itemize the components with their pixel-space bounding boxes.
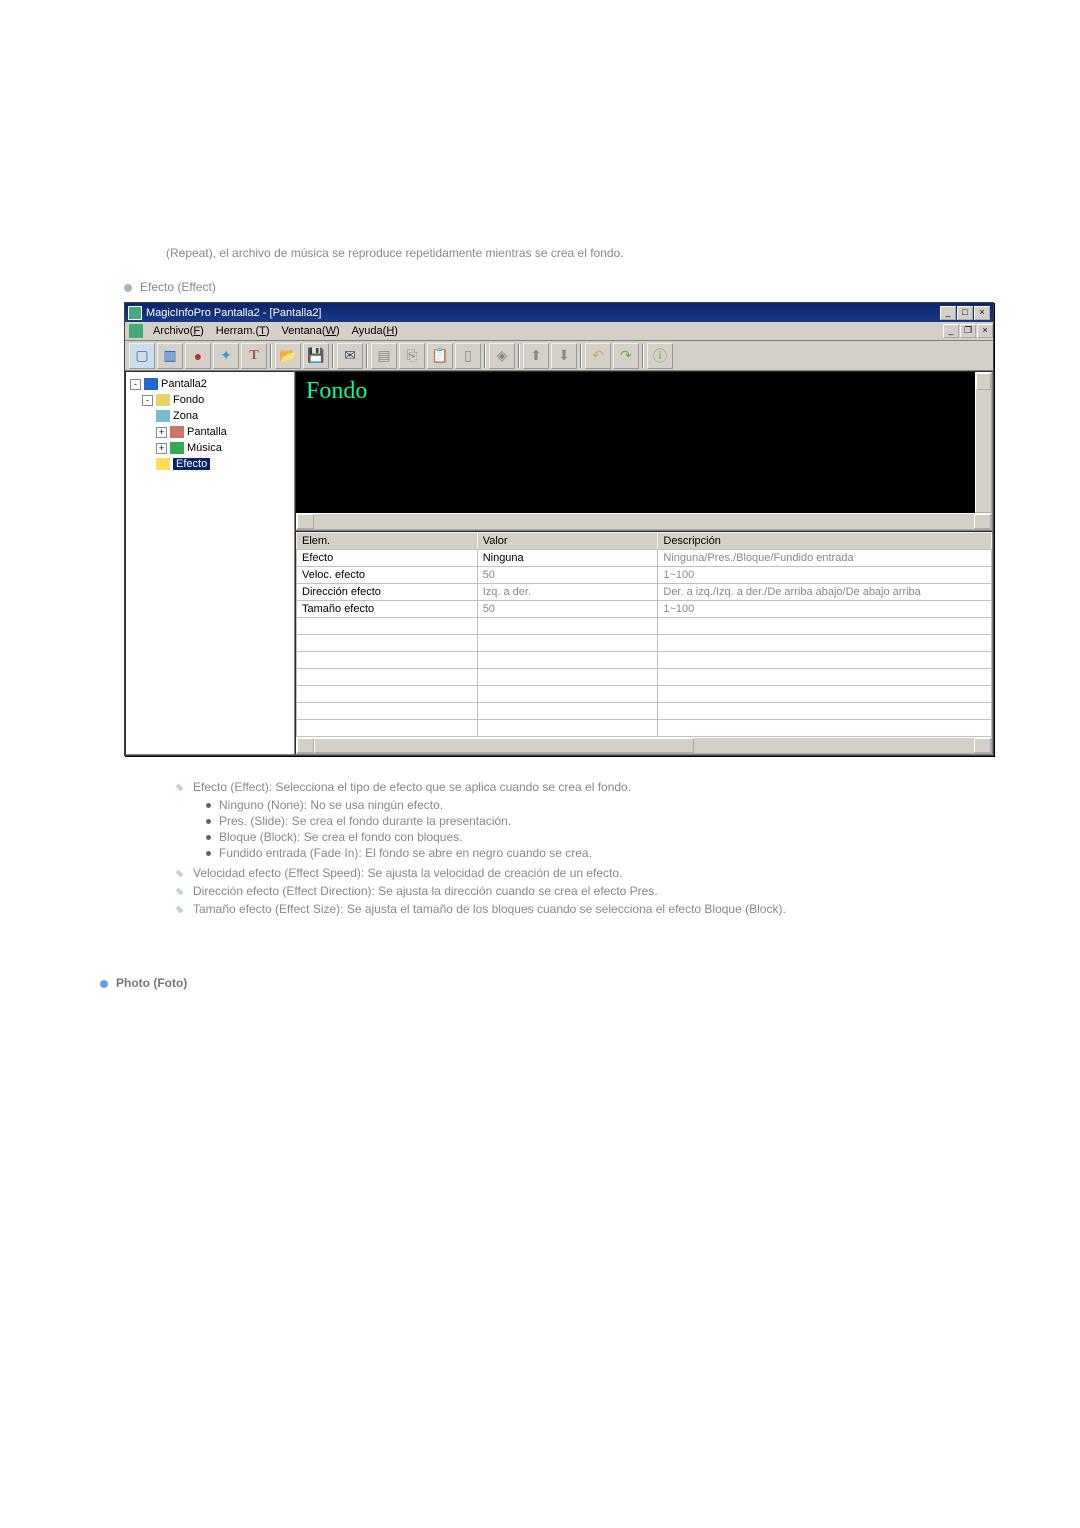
tb-sep-4	[484, 344, 486, 368]
close-button[interactable]: ×	[974, 306, 990, 320]
tb-btn-open[interactable]: 📂	[275, 343, 301, 369]
tree-efecto[interactable]: Efecto	[156, 456, 290, 472]
tb-btn-copy[interactable]: ⎘	[399, 343, 425, 369]
app-icon	[128, 306, 142, 320]
tree-panel: -Pantalla2 -Fondo Zona +Pantalla +Música…	[125, 371, 295, 755]
menu-file[interactable]: Archivo(F)	[147, 325, 210, 337]
child-restore-button[interactable]: ❐	[960, 324, 976, 338]
menu-tools[interactable]: Herram.(T)	[210, 325, 276, 337]
desc-effect: Efecto (Effect): Selecciona el tipo de e…	[176, 780, 1000, 794]
maximize-button[interactable]: □	[957, 306, 973, 320]
preview-label: Fondo	[306, 378, 367, 404]
toolbar: ▢ ▥ ● ✦ T 📂 💾 ✉ ▤ ⎘ 📋 ▯ ◈ ⬆ ⬇	[125, 341, 993, 371]
tb-btn-1[interactable]: ▢	[129, 343, 155, 369]
desc-none: Ninguno (None): No se usa ningún efecto.	[206, 798, 1000, 812]
col-elem[interactable]: Elem.	[297, 533, 478, 550]
window-title: MagicInfoPro Pantalla2 - [Pantalla2]	[146, 307, 939, 319]
grid-row-tam: Tamaño efecto501~100	[297, 601, 992, 618]
tb-btn-front[interactable]: ⬆	[523, 343, 549, 369]
tree-musica[interactable]: +Música	[156, 440, 290, 456]
desc-direction: Dirección efecto (Effect Direction): Se …	[176, 884, 1000, 898]
desc-block: Bloque (Block): Se crea el fondo con blo…	[206, 830, 1000, 844]
preview-vscroll[interactable]	[975, 372, 992, 513]
tb-btn-text[interactable]: T	[241, 343, 267, 369]
tb-sep-6	[580, 344, 582, 368]
preview-pane: Fondo	[295, 371, 993, 531]
col-valor[interactable]: Valor	[477, 533, 658, 550]
section-effect-header: Efecto (Effect)	[124, 280, 1000, 294]
grid-row-efecto: EfectoNingunaNinguna/Pres./Bloque/Fundid…	[297, 550, 992, 567]
intro-text: (Repeat), el archivo de música se reprod…	[166, 246, 1000, 260]
tb-sep-2	[332, 344, 334, 368]
minimize-button[interactable]: _	[940, 306, 956, 320]
tb-btn-save[interactable]: 💾	[303, 343, 329, 369]
tb-btn-back[interactable]: ⬇	[551, 343, 577, 369]
menu-bar: Archivo(F) Herram.(T) Ventana(W) Ayuda(H…	[125, 322, 993, 341]
desc-speed: Velocidad efecto (Effect Speed): Se ajus…	[176, 866, 1000, 880]
child-minimize-button[interactable]: _	[943, 324, 959, 338]
tb-btn-3[interactable]: ●	[185, 343, 211, 369]
property-grid: Elem. Valor Descripción EfectoNingunaNin…	[295, 531, 993, 755]
tree-pantalla[interactable]: +Pantalla	[156, 424, 290, 440]
grid-hscroll[interactable]	[296, 737, 992, 754]
tb-sep-3	[366, 344, 368, 368]
tb-btn-redo[interactable]: ↷	[613, 343, 639, 369]
tb-btn-4[interactable]: ✦	[213, 343, 239, 369]
tb-btn-undo[interactable]: ↶	[585, 343, 611, 369]
grid-row-veloc: Veloc. efecto501~100	[297, 567, 992, 584]
app-window: MagicInfoPro Pantalla2 - [Pantalla2] _ □…	[124, 302, 994, 756]
preview-hscroll[interactable]	[296, 513, 992, 530]
tb-btn-6[interactable]: ▤	[371, 343, 397, 369]
tb-btn-7[interactable]: ▯	[455, 343, 481, 369]
tree-root[interactable]: -Pantalla2	[130, 376, 290, 392]
menu-help[interactable]: Ayuda(H)	[346, 325, 404, 337]
menu-window[interactable]: Ventana(W)	[276, 325, 346, 337]
tb-sep-7	[642, 344, 644, 368]
tb-sep-1	[270, 344, 272, 368]
col-desc[interactable]: Descripción	[658, 533, 992, 550]
tb-sep-5	[518, 344, 520, 368]
desc-size: Tamaño efecto (Effect Size): Se ajusta e…	[176, 902, 1000, 916]
desc-fadein: Fundido entrada (Fade In): El fondo se a…	[206, 846, 1000, 860]
tb-btn-8[interactable]: ◈	[489, 343, 515, 369]
tb-btn-send[interactable]: ✉	[337, 343, 363, 369]
tb-btn-info[interactable]: ⓘ	[647, 343, 673, 369]
tb-btn-paste[interactable]: 📋	[427, 343, 453, 369]
section-photo-header: Photo (Foto)	[100, 976, 1000, 990]
grid-row-dir: Dirección efectoIzq. a der.Der. a izq./I…	[297, 584, 992, 601]
child-close-button[interactable]: ×	[977, 324, 993, 338]
title-bar[interactable]: MagicInfoPro Pantalla2 - [Pantalla2] _ □…	[125, 303, 993, 322]
tb-btn-2[interactable]: ▥	[157, 343, 183, 369]
tree-zona[interactable]: Zona	[156, 408, 290, 424]
desc-slide: Pres. (Slide): Se crea el fondo durante …	[206, 814, 1000, 828]
doc-icon	[129, 324, 143, 338]
tree-fondo[interactable]: -Fondo	[142, 392, 290, 408]
